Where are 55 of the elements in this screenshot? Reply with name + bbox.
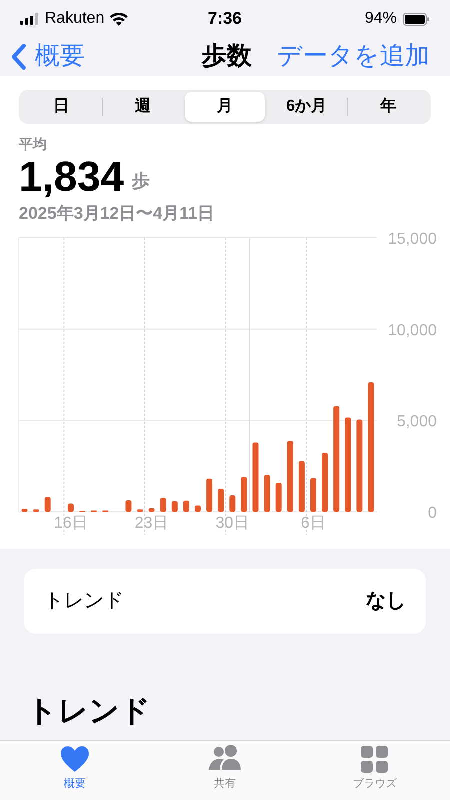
bar (183, 500, 190, 512)
carrier-name: Rakuten (45, 9, 105, 29)
bar (44, 496, 51, 512)
y-axis-label: 15,000 (388, 230, 437, 248)
bar (148, 508, 155, 512)
wifi-icon (110, 12, 128, 26)
bar (264, 474, 270, 512)
grid-icon (360, 745, 390, 774)
bar (252, 442, 259, 512)
bar (230, 495, 236, 512)
bar (160, 498, 166, 512)
y-axis-label: 10,000 (388, 322, 437, 339)
y-axis-label: 0 (428, 504, 437, 522)
y-axis-label: 5,000 (396, 413, 437, 430)
section-title: トレンド (27, 694, 151, 728)
trend-label: トレンド (44, 589, 124, 614)
bar (310, 478, 316, 512)
bar (322, 452, 328, 512)
bar (126, 500, 132, 512)
bar (195, 505, 201, 512)
unit-label: 歩 (132, 170, 150, 193)
segment-tab[interactable]: 週 (102, 92, 184, 122)
average-label: 平均 (19, 135, 48, 154)
date-range: 2025年3月12日〜4月11日 (19, 203, 216, 225)
x-axis-label: 23日 (134, 514, 169, 532)
add-data-button[interactable]: データを追加 (277, 38, 440, 76)
heart-icon (60, 745, 90, 774)
bar (298, 460, 305, 512)
bar (241, 476, 248, 512)
signal-icon (20, 13, 40, 25)
x-axis-label: 16日 (54, 514, 88, 532)
bar (137, 509, 144, 512)
bar (172, 500, 178, 512)
bar (218, 488, 224, 512)
bar (68, 503, 74, 512)
bar (22, 508, 28, 512)
page-title: 歩数 (202, 41, 252, 72)
segment-tab[interactable]: 年 (348, 92, 429, 122)
back-chevron-icon (10, 43, 27, 71)
average-value: 1,834 (19, 153, 124, 201)
bar (206, 478, 213, 512)
x-axis-label: 30日 (216, 514, 250, 532)
x-axis-label: 6日 (301, 514, 326, 532)
bar (33, 509, 40, 512)
tab-bar-item[interactable]: 概要 (0, 745, 150, 792)
battery-icon (403, 12, 430, 26)
trend-value: なし (366, 589, 406, 614)
battery-percent: 94% (364, 9, 397, 29)
segment-tab[interactable]: 日 (21, 92, 102, 122)
bar (287, 440, 294, 512)
segment-tab[interactable]: 月 (184, 92, 266, 122)
back-button[interactable]: 概要 (10, 38, 85, 76)
bar (276, 482, 282, 512)
segment-tab[interactable]: 6か月 (266, 92, 348, 122)
clock-time: 7:36 (208, 8, 242, 30)
